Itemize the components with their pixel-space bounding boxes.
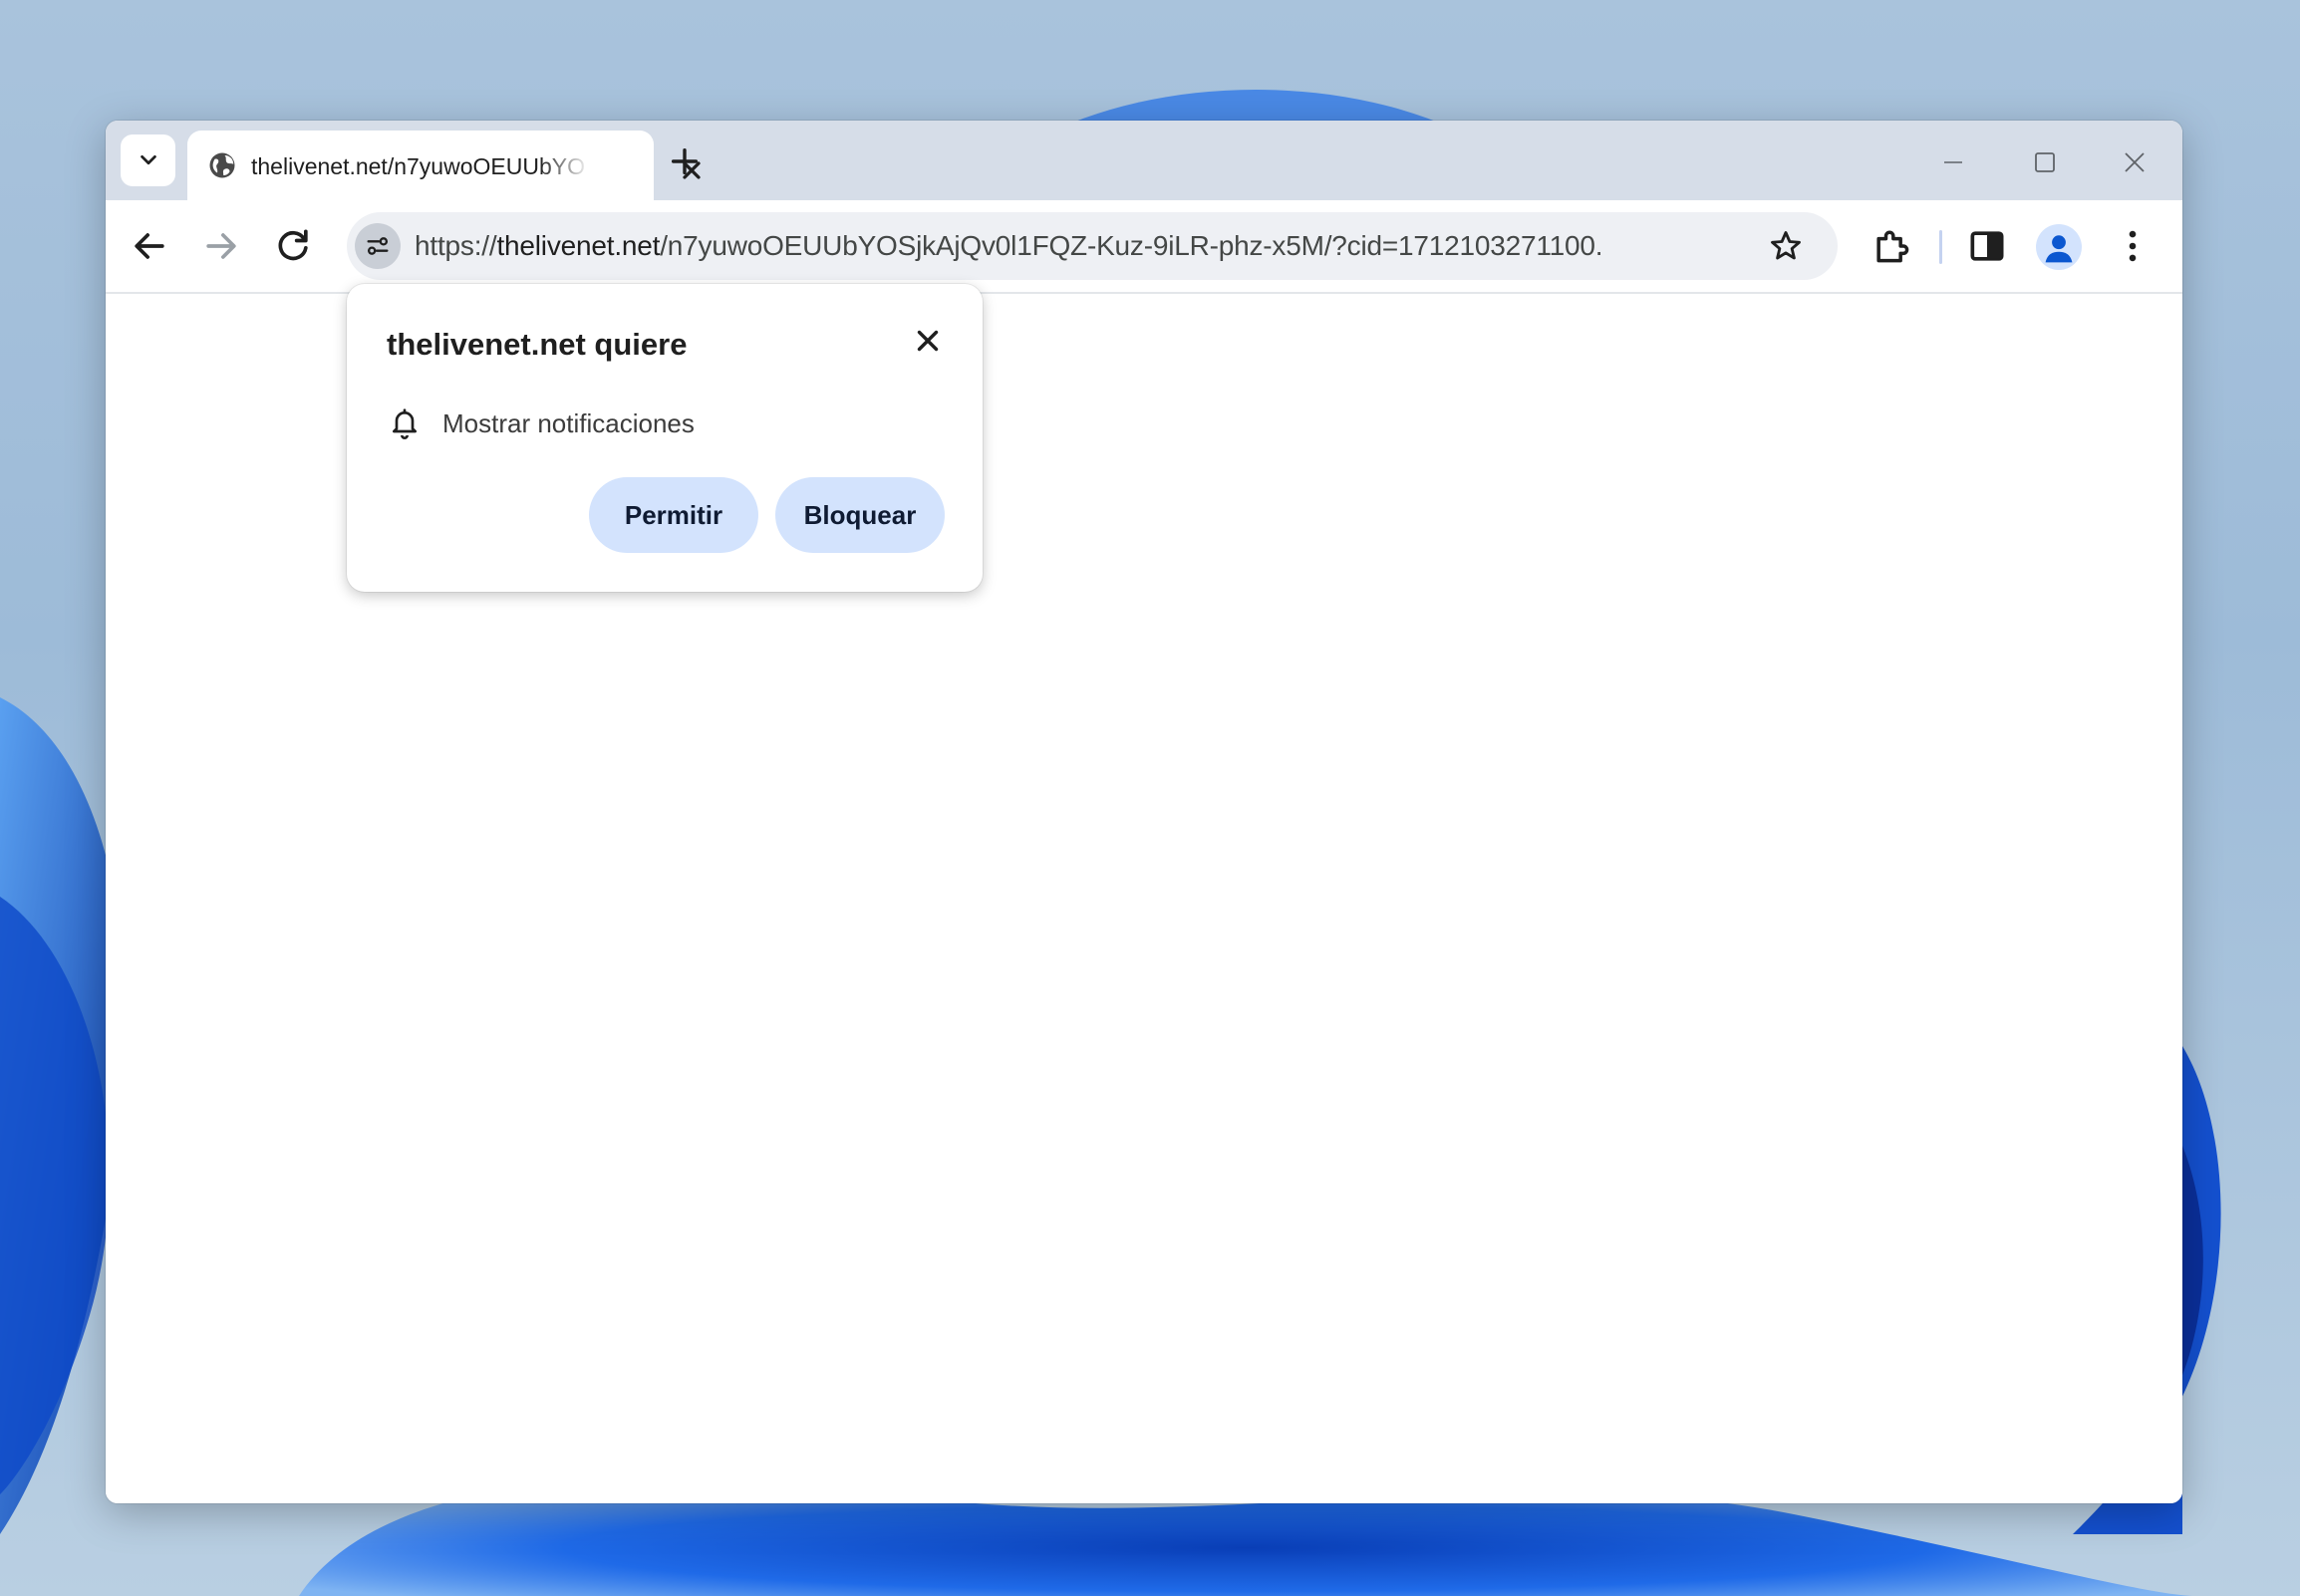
bookmark-button[interactable] (1768, 228, 1804, 264)
maximize-button[interactable] (2025, 142, 2065, 182)
extensions-icon (1876, 230, 1909, 263)
window-close-button[interactable] (2115, 142, 2155, 182)
minimize-button[interactable] (1933, 142, 1973, 182)
popup-close-icon[interactable] (911, 324, 945, 358)
permission-label: Mostrar notificaciones (442, 408, 695, 438)
permission-prompt: thelivenet.net quiere Mostrar notificaci… (347, 284, 983, 592)
title-bar: thelivenet.net/n7yuwoOEUUbYO (106, 121, 2182, 200)
address-bar[interactable]: https://thelivenet.net/n7yuwoOEUUbYOSjkA… (347, 212, 1838, 280)
more-vert-icon (2129, 230, 2137, 262)
star-icon (1771, 231, 1801, 260)
bell-icon (389, 405, 421, 441)
more-menu-button[interactable] (2111, 224, 2155, 268)
side-panel-button[interactable] (1965, 224, 2009, 268)
new-tab-button[interactable] (668, 144, 702, 178)
forward-button[interactable] (199, 224, 243, 268)
toolbar-divider (1939, 230, 1942, 264)
site-settings-icon (367, 237, 389, 255)
extensions-button[interactable] (1869, 224, 1913, 268)
chevron-down-icon (140, 154, 156, 165)
tab-active[interactable]: thelivenet.net/n7yuwoOEUUbYO (187, 131, 701, 200)
profile-icon (2045, 235, 2073, 263)
reload-button[interactable] (271, 224, 315, 268)
back-button[interactable] (128, 224, 171, 268)
site-settings-button[interactable] (355, 223, 401, 269)
reload-icon (278, 229, 308, 261)
allow-button[interactable]: Permitir (589, 477, 758, 553)
globe-icon (207, 150, 237, 180)
plus-icon (671, 147, 699, 175)
tab-title: thelivenet.net/n7yuwoOEUUbYO (251, 153, 585, 179)
close-icon (2125, 152, 2145, 172)
url-host: thelivenet.net (496, 230, 661, 261)
url-text[interactable]: https://thelivenet.net/n7yuwoOEUUbYOSjkA… (415, 229, 1603, 263)
back-icon (135, 233, 164, 259)
popup-title: thelivenet.net quiere (387, 327, 688, 362)
forward-icon (206, 233, 236, 259)
block-button[interactable]: Bloquear (775, 477, 945, 553)
profile-button[interactable] (2036, 224, 2082, 270)
url-path: /n7yuwoOEUUbYOSjkAjQv0l1FQZ-Kuz-9iLR-phz… (660, 230, 1603, 261)
side-panel-icon (1970, 231, 2004, 261)
url-scheme: https:// (415, 230, 497, 261)
browser-toolbar: https://thelivenet.net/n7yuwoOEUUbYOSjkA… (106, 200, 2182, 294)
tab-search-button[interactable] (121, 134, 175, 186)
maximize-icon (2035, 152, 2055, 172)
minimize-icon (1944, 161, 1962, 163)
